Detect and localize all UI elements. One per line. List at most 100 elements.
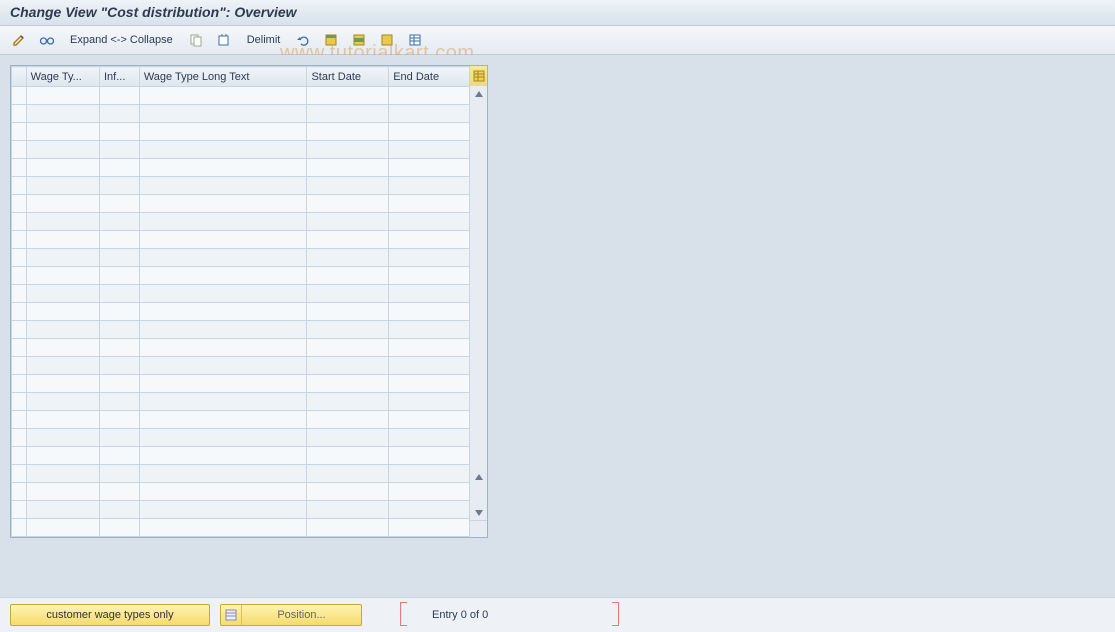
cell[interactable] <box>389 123 471 141</box>
table-row[interactable] <box>12 303 471 321</box>
cell[interactable] <box>389 393 471 411</box>
row-selector[interactable] <box>12 321 27 339</box>
row-selector[interactable] <box>12 483 27 501</box>
cell[interactable] <box>26 159 99 177</box>
cell[interactable] <box>389 447 471 465</box>
scroll-down-icon[interactable] <box>470 469 487 485</box>
glasses-icon[interactable] <box>36 31 58 49</box>
cell[interactable] <box>26 429 99 447</box>
cell[interactable] <box>100 285 140 303</box>
cell[interactable] <box>26 393 99 411</box>
cell[interactable] <box>139 375 307 393</box>
cell[interactable] <box>389 483 471 501</box>
copy-as-icon[interactable] <box>213 31 235 49</box>
cell[interactable] <box>139 231 307 249</box>
cell[interactable] <box>389 303 471 321</box>
delimit-button[interactable]: Delimit <box>241 31 287 49</box>
cell[interactable] <box>100 267 140 285</box>
cell[interactable] <box>100 231 140 249</box>
row-selector[interactable] <box>12 267 27 285</box>
row-selector[interactable] <box>12 357 27 375</box>
row-selector[interactable] <box>12 195 27 213</box>
cell[interactable] <box>26 483 99 501</box>
cell[interactable] <box>139 141 307 159</box>
select-all-icon[interactable] <box>320 31 342 49</box>
cell[interactable] <box>100 141 140 159</box>
cell[interactable] <box>389 429 471 447</box>
cell[interactable] <box>26 249 99 267</box>
cell[interactable] <box>26 213 99 231</box>
cell[interactable] <box>100 105 140 123</box>
table-row[interactable] <box>12 141 471 159</box>
cell[interactable] <box>307 177 389 195</box>
table-row[interactable] <box>12 339 471 357</box>
cell[interactable] <box>100 195 140 213</box>
row-selector[interactable] <box>12 411 27 429</box>
table-settings-icon[interactable] <box>404 31 426 49</box>
cell[interactable] <box>139 159 307 177</box>
cell[interactable] <box>389 465 471 483</box>
cell[interactable] <box>307 195 389 213</box>
table-row[interactable] <box>12 87 471 105</box>
col-infotype[interactable]: Inf... <box>100 67 140 87</box>
cell[interactable] <box>100 303 140 321</box>
row-selector-header[interactable] <box>12 67 27 87</box>
deselect-all-icon[interactable] <box>376 31 398 49</box>
row-selector[interactable] <box>12 465 27 483</box>
cell[interactable] <box>26 501 99 519</box>
cell[interactable] <box>26 105 99 123</box>
cell[interactable] <box>139 249 307 267</box>
cell[interactable] <box>139 123 307 141</box>
row-selector[interactable] <box>12 123 27 141</box>
row-selector[interactable] <box>12 429 27 447</box>
row-selector[interactable] <box>12 105 27 123</box>
table-row[interactable] <box>12 105 471 123</box>
cell[interactable] <box>307 339 389 357</box>
scroll-down-icon-2[interactable] <box>470 505 487 521</box>
cell[interactable] <box>26 339 99 357</box>
cell[interactable] <box>26 411 99 429</box>
cell[interactable] <box>139 303 307 321</box>
cell[interactable] <box>389 87 471 105</box>
cell[interactable] <box>100 123 140 141</box>
cell[interactable] <box>389 231 471 249</box>
row-selector[interactable] <box>12 339 27 357</box>
cell[interactable] <box>307 159 389 177</box>
cell[interactable] <box>307 519 389 537</box>
row-selector[interactable] <box>12 285 27 303</box>
cell[interactable] <box>26 519 99 537</box>
cell[interactable] <box>100 177 140 195</box>
cell[interactable] <box>26 447 99 465</box>
table-row[interactable] <box>12 195 471 213</box>
cell[interactable] <box>139 519 307 537</box>
table-row[interactable] <box>12 285 471 303</box>
row-selector[interactable] <box>12 213 27 231</box>
table-row[interactable] <box>12 519 471 537</box>
cell[interactable] <box>100 483 140 501</box>
cell[interactable] <box>139 483 307 501</box>
cell[interactable] <box>100 87 140 105</box>
cell[interactable] <box>26 231 99 249</box>
col-wage-type[interactable]: Wage Ty... <box>26 67 99 87</box>
cell[interactable] <box>307 321 389 339</box>
cell[interactable] <box>100 501 140 519</box>
cell[interactable] <box>26 465 99 483</box>
cell[interactable] <box>307 483 389 501</box>
vertical-scrollbar[interactable] <box>469 86 487 521</box>
col-start-date[interactable]: Start Date <box>307 67 389 87</box>
row-selector[interactable] <box>12 501 27 519</box>
cell[interactable] <box>26 357 99 375</box>
cell[interactable] <box>307 303 389 321</box>
cell[interactable] <box>139 321 307 339</box>
cell[interactable] <box>389 411 471 429</box>
undo-icon[interactable] <box>292 31 314 49</box>
table-config-icon[interactable] <box>469 66 487 87</box>
cell[interactable] <box>389 357 471 375</box>
cell[interactable] <box>307 231 389 249</box>
data-grid[interactable]: Wage Ty... Inf... Wage Type Long Text St… <box>11 66 471 537</box>
cell[interactable] <box>307 123 389 141</box>
cell[interactable] <box>100 465 140 483</box>
table-row[interactable] <box>12 393 471 411</box>
cell[interactable] <box>139 411 307 429</box>
table-row[interactable] <box>12 483 471 501</box>
